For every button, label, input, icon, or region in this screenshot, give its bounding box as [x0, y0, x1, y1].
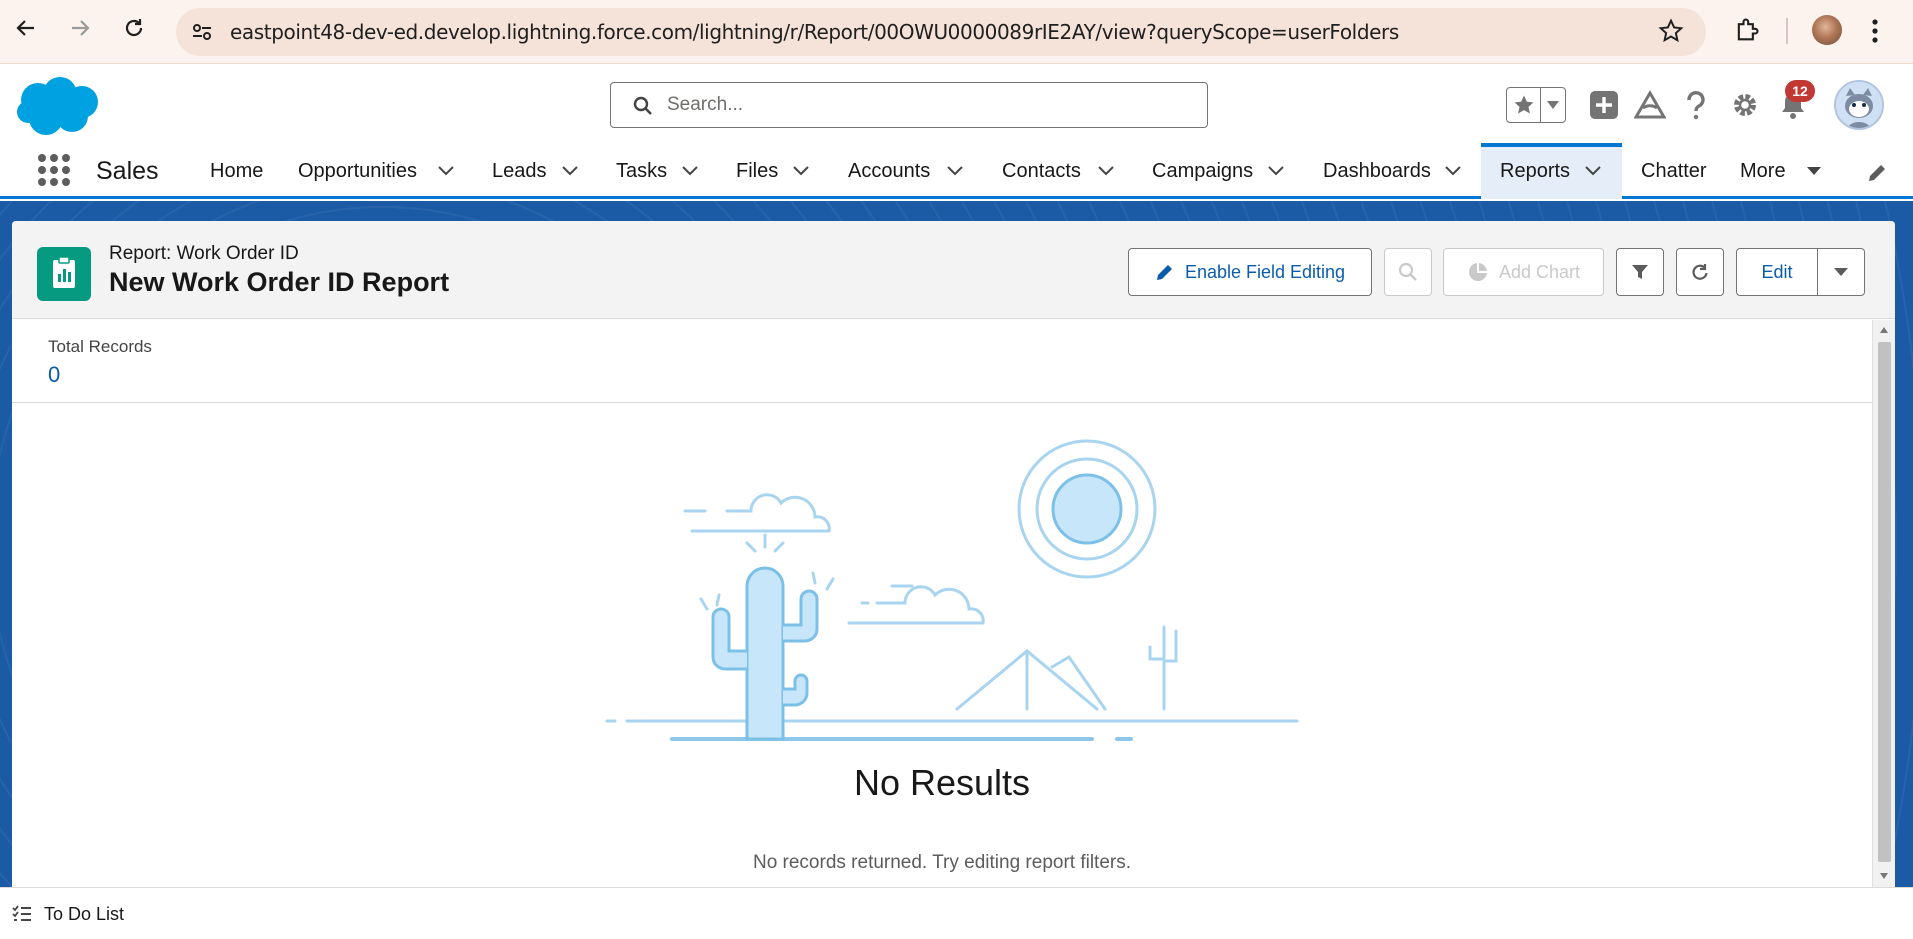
favorites-star-icon[interactable]	[1507, 88, 1541, 122]
leads-chevron-down-icon[interactable]	[560, 163, 580, 179]
utility-bar: To Do List	[0, 887, 1913, 939]
bookmark-star-icon[interactable]	[1658, 18, 1684, 49]
total-records-value: 0	[48, 362, 61, 387]
nav-item-opportunities[interactable]: Opportunities	[298, 143, 417, 199]
enable-field-editing-label: Enable Field Editing	[1184, 261, 1346, 282]
enable-field-editing-button[interactable]: Enable Field Editing	[1128, 248, 1372, 296]
chart-icon	[1468, 263, 1487, 281]
tasks-chevron-down-icon[interactable]	[680, 163, 700, 179]
accounts-chevron-down-icon[interactable]	[945, 163, 965, 179]
favorites-dropdown-icon[interactable]	[1541, 88, 1565, 122]
salesforce-logo[interactable]	[16, 76, 104, 143]
scroll-up-icon[interactable]	[1879, 326, 1889, 334]
notification-count-badge: 12	[1785, 80, 1815, 102]
empty-state-message: No records returned. Try editing report …	[752, 852, 1132, 873]
todo-list-utility[interactable]: To Do List	[12, 888, 124, 939]
nav-item-more[interactable]: More	[1740, 143, 1786, 199]
nav-item-contacts[interactable]: Contacts	[1002, 143, 1081, 199]
add-chart-label: Add Chart	[1498, 261, 1581, 282]
report-type-label: Report: Work Order ID	[109, 243, 299, 264]
setup-gear-icon[interactable]	[1729, 89, 1761, 121]
page-title: New Work Order ID Report	[109, 267, 450, 297]
global-actions-icon[interactable]	[1588, 89, 1620, 121]
favorites-button-group	[1506, 87, 1566, 123]
desert-empty-state-illustration	[605, 439, 1299, 741]
search-icon	[1398, 262, 1417, 281]
refresh-icon	[1692, 264, 1708, 280]
browser-toolbar: eastpoint48-dev-ed.develop.lightning.for…	[0, 0, 1913, 64]
todo-list-label: To Do List	[44, 904, 125, 924]
search-icon	[633, 96, 653, 121]
report-scrollbar[interactable]	[1872, 320, 1895, 887]
edit-menu-dropdown[interactable]	[1817, 248, 1865, 296]
trailhead-guidance-icon[interactable]	[1634, 89, 1666, 121]
edit-button[interactable]: Edit	[1736, 248, 1818, 296]
edit-nav-pencil-icon[interactable]	[1866, 162, 1888, 189]
campaigns-chevron-down-icon[interactable]	[1266, 163, 1286, 179]
summary-area: Total Records 0	[12, 320, 1872, 403]
search-report-button[interactable]	[1384, 248, 1432, 296]
nav-item-files[interactable]: Files	[736, 143, 778, 199]
report-card: Report: Work Order ID New Work Order ID …	[12, 221, 1895, 887]
help-icon[interactable]	[1680, 89, 1712, 121]
back-icon[interactable]	[10, 12, 42, 44]
address-bar[interactable]: eastpoint48-dev-ed.develop.lightning.for…	[176, 8, 1706, 56]
edit-label: Edit	[1761, 261, 1793, 282]
filter-icon	[1632, 265, 1648, 279]
nav-item-home[interactable]: Home	[210, 143, 263, 199]
forward-icon[interactable]	[64, 12, 96, 44]
nav-item-campaigns[interactable]: Campaigns	[1152, 143, 1253, 199]
site-settings-icon[interactable]	[190, 20, 214, 44]
chevron-down-icon	[1834, 268, 1848, 276]
url-text[interactable]: eastpoint48-dev-ed.develop.lightning.for…	[230, 8, 1399, 56]
nav-item-tasks[interactable]: Tasks	[616, 143, 667, 199]
dashboards-chevron-down-icon[interactable]	[1443, 163, 1463, 179]
total-records-label: Total Records	[48, 337, 152, 356]
files-chevron-down-icon[interactable]	[791, 163, 811, 179]
opportunities-chevron-down-icon[interactable]	[436, 163, 456, 179]
app-name: Sales	[96, 157, 159, 185]
browser-menu-icon[interactable]	[1872, 18, 1878, 44]
browser-profile-avatar[interactable]	[1812, 15, 1842, 45]
reports-chevron-down-icon[interactable]	[1583, 163, 1603, 179]
contacts-chevron-down-icon[interactable]	[1096, 163, 1116, 179]
pencil-icon	[1156, 265, 1172, 280]
nav-item-chatter[interactable]: Chatter	[1641, 143, 1707, 199]
report-header: Report: Work Order ID New Work Order ID …	[12, 221, 1895, 319]
empty-state-title: No Results	[853, 762, 1031, 803]
toolbar-divider	[1786, 18, 1788, 44]
user-avatar[interactable]	[1834, 80, 1884, 130]
reload-icon[interactable]	[118, 12, 150, 44]
todo-list-icon	[12, 905, 31, 921]
nav-item-accounts[interactable]: Accounts	[848, 143, 930, 199]
extensions-icon[interactable]	[1733, 16, 1761, 49]
global-search[interactable]: Search...	[610, 82, 1208, 128]
refresh-button[interactable]	[1676, 248, 1724, 296]
more-dropdown-icon[interactable]	[1804, 163, 1824, 179]
add-chart-button[interactable]: Add Chart	[1443, 248, 1604, 296]
scroll-down-icon[interactable]	[1879, 872, 1889, 880]
search-placeholder: Search...	[667, 94, 744, 115]
filter-button[interactable]	[1616, 248, 1664, 296]
nav-item-dashboards[interactable]: Dashboards	[1323, 143, 1431, 199]
report-icon	[37, 247, 91, 301]
nav-item-leads[interactable]: Leads	[492, 143, 547, 199]
app-launcher-icon[interactable]	[38, 154, 70, 186]
scroll-thumb[interactable]	[1878, 342, 1891, 862]
